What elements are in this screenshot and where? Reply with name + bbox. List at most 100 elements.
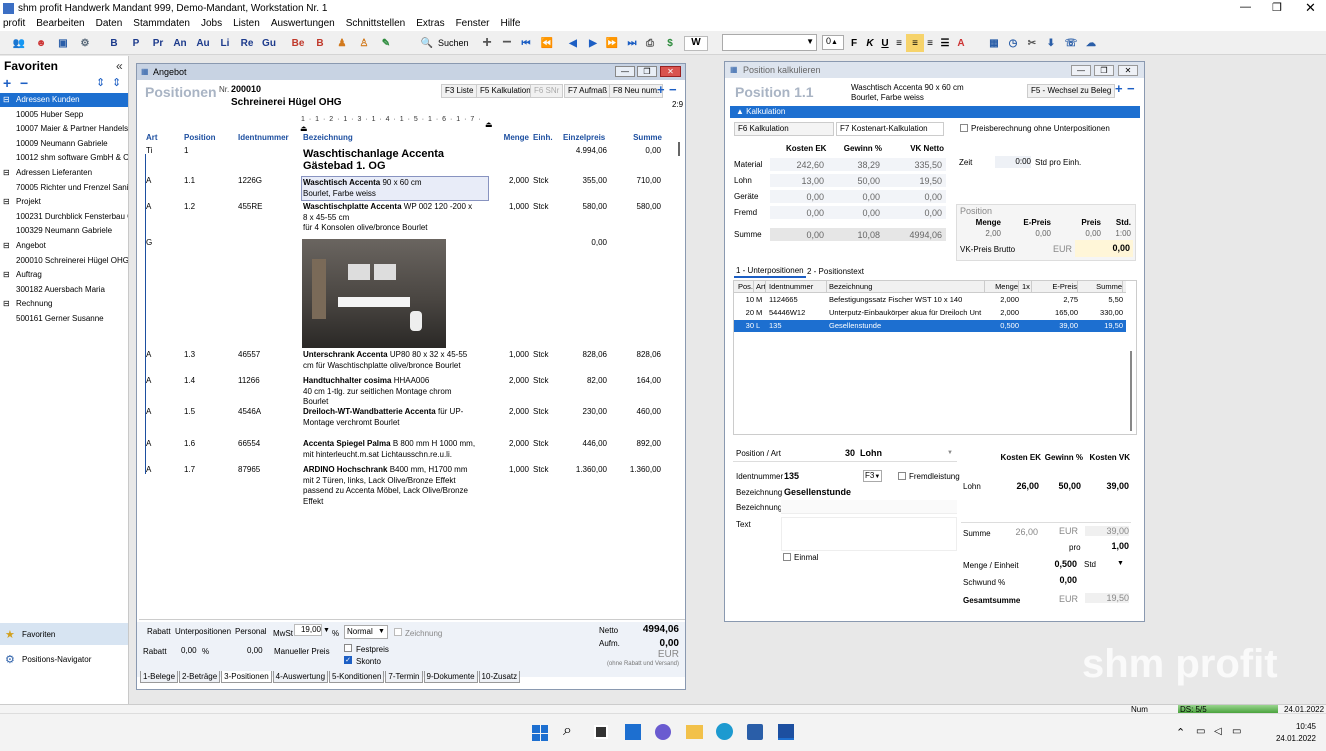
next-icon[interactable]: ▶ <box>584 34 602 52</box>
unit-dropdown-icon[interactable]: ▼ <box>1117 560 1124 567</box>
print-icon[interactable]: ⎙ <box>641 34 659 52</box>
worker-icon[interactable]: ♙ <box>355 34 373 52</box>
col-menge[interactable]: Menge <box>489 133 529 142</box>
preisberechnung-checkbox[interactable] <box>960 124 968 132</box>
sidebar-group[interactable]: ⊟ Adressen Lieferanten <box>0 166 128 180</box>
tab-3-positionen[interactable]: 3-Positionen <box>221 671 272 683</box>
menu-profit[interactable]: profit <box>3 17 25 31</box>
font-color-icon[interactable]: A <box>952 34 970 52</box>
pr-doc-icon[interactable]: Pr <box>149 34 167 52</box>
subcol-header[interactable]: Pos. <box>735 281 754 293</box>
cloud-icon[interactable]: ☁ <box>1082 34 1100 52</box>
minimize-icon[interactable]: — <box>1240 1 1251 13</box>
f5-kalkulation-button[interactable]: F5 Kalkulation <box>476 84 535 98</box>
li-doc-icon[interactable]: Li <box>216 34 234 52</box>
menu-auswertungen[interactable]: Auswertungen <box>271 17 335 31</box>
add-favorite-icon[interactable]: + <box>3 75 11 91</box>
row-bezeichnung[interactable]: Waschtisch Accenta 90 x 60 cm Bourlet, Fa… <box>301 176 489 201</box>
f3-liste-button[interactable]: F3 Liste <box>441 84 478 98</box>
add-row-icon[interactable]: + <box>657 82 665 97</box>
subtable-scrollbar[interactable] <box>1130 351 1132 431</box>
col-position[interactable]: Position <box>184 133 224 142</box>
tab-10-zusatz[interactable]: 10-Zusatz <box>478 671 521 683</box>
ruler-marker-right-icon[interactable]: ⏏ <box>485 120 493 129</box>
scissors-icon[interactable]: ✂ <box>1023 34 1041 52</box>
ident-field[interactable]: 135 <box>784 471 799 481</box>
festpreis-checkbox[interactable] <box>344 644 352 652</box>
kalk-cell[interactable]: 0,00 <box>884 206 946 220</box>
kalk-add-icon[interactable]: + <box>1115 81 1123 96</box>
be-doc-icon[interactable]: Be <box>289 34 307 52</box>
kalk-cell[interactable]: 50,00 <box>826 174 884 188</box>
taskview-icon[interactable] <box>594 725 608 739</box>
currency-icon[interactable]: $ <box>661 34 679 52</box>
clock-icon[interactable]: ◷ <box>1004 34 1022 52</box>
sidebar-item[interactable]: 100231 Durchblick Fensterbau G <box>0 210 128 224</box>
subtable-row[interactable]: 10 M 1124665 Befestigungssatz Fischer WST 1… <box>734 294 1126 306</box>
subcol-header[interactable]: Art <box>756 281 766 293</box>
f3-button[interactable]: F3▼ <box>863 470 882 482</box>
detail-lohn-gewinn[interactable]: 50,00 <box>1043 479 1083 493</box>
col-bezeichnung[interactable]: Bezeichnung <box>303 133 403 142</box>
calculator-icon[interactable]: ▦ <box>985 34 1003 52</box>
unterpositionen-tab[interactable]: 1 - Unterpositionen <box>734 265 806 278</box>
position-row[interactable]: Ti 1 4.994,06 0,00 Waschtischanlage Accenta G… <box>137 146 677 172</box>
kalk-cell[interactable]: 0,00 <box>770 206 828 220</box>
menu-bearbeiten[interactable]: Bearbeiten <box>36 17 84 31</box>
position-row[interactable]: A 1.3 46557 1,000 Stck 828,06 828,06 Unterschra… <box>137 350 677 370</box>
f8-neu-num-button[interactable]: F8 Neu num. <box>609 84 664 98</box>
bezeichnung-field[interactable]: Gesellenstunde <box>784 487 851 497</box>
font-size-field[interactable]: 0▲ <box>822 35 844 50</box>
b-order-icon[interactable]: B <box>311 34 329 52</box>
search-label[interactable]: Suchen <box>438 38 469 48</box>
normal-dropdown-icon[interactable]: ▼ <box>378 628 385 635</box>
kalk-cell[interactable]: 0,00 <box>884 190 946 204</box>
kalk-cell[interactable]: 242,60 <box>770 158 828 172</box>
sidebar-item[interactable]: 10007 Maier & Partner Handelsg <box>0 122 128 136</box>
row-bezeichnung[interactable]: Waschtischanlage Accenta Gästebad 1. OG <box>303 148 488 172</box>
mwst-field[interactable]: 19,00 <box>294 624 322 636</box>
tree-collapse-icon[interactable]: ⊟ <box>3 166 10 180</box>
tab-7-termin[interactable]: 7-Termin <box>385 671 423 683</box>
sidebar-item[interactable]: 500161 Gerner Susanne <box>0 312 128 326</box>
tab-9-dokumente[interactable]: 9-Dokumente <box>423 671 478 683</box>
remove-favorite-icon[interactable]: − <box>20 75 28 91</box>
tools-icon[interactable]: ⚙ <box>76 34 94 52</box>
sidebar-item[interactable]: 10012 shm software GmbH & Co <box>0 151 128 165</box>
col-identnummer[interactable]: Identnummer <box>238 133 298 142</box>
tab-1-belege[interactable]: 1-Belege <box>140 671 179 683</box>
subcol-header[interactable]: 1x <box>1022 281 1032 293</box>
position-row[interactable]: A 1.4 11266 2,000 Stck 82,00 164,00 Handtuchhal… <box>137 376 677 406</box>
schwund-field[interactable]: 0,00 <box>1033 575 1077 585</box>
store-icon[interactable] <box>747 724 763 740</box>
remove-row-icon[interactable]: − <box>669 82 677 97</box>
sidebar-group[interactable]: ⊟ Angebot <box>0 239 128 253</box>
kalk-cell[interactable]: 19,50 <box>884 174 946 188</box>
kalk-minimize-icon[interactable]: — <box>1071 65 1091 76</box>
menu-fenster[interactable]: Fenster <box>456 17 490 31</box>
subcol-header[interactable]: Menge <box>987 281 1019 293</box>
chat-icon[interactable] <box>655 724 671 740</box>
subcol-header[interactable]: Bezeichnung <box>829 281 985 293</box>
widgets-icon[interactable] <box>625 724 641 740</box>
tab-2-beträge[interactable]: 2-Beträge <box>179 671 221 683</box>
addresses-icon[interactable]: 👥 <box>10 34 28 52</box>
start-icon[interactable] <box>532 725 548 741</box>
taskbar-search-icon[interactable]: ⌕ <box>563 722 572 740</box>
taskbar-date[interactable]: 24.01.2022 <box>1262 734 1316 743</box>
subcol-header[interactable]: Identnummer <box>769 281 827 293</box>
col-art[interactable]: Art <box>146 133 176 142</box>
sidebar-item[interactable]: 100329 Neumann Gabriele <box>0 224 128 238</box>
edit-icon[interactable]: ✎ <box>377 34 395 52</box>
fremdleistung-checkbox[interactable] <box>898 472 906 480</box>
menu-schnittstellen[interactable]: Schnittstellen <box>346 17 405 31</box>
collapse-icon[interactable]: « <box>116 59 123 73</box>
einmal-checkbox[interactable] <box>783 553 791 561</box>
minus-icon[interactable]: − <box>498 34 516 52</box>
first-icon[interactable]: ⏮ <box>517 34 535 52</box>
shm-profit-task-icon[interactable] <box>778 724 794 740</box>
subcol-header[interactable]: Summe <box>1080 281 1123 293</box>
f5-wechsel-button[interactable]: F5 - Wechsel zu Beleg <box>1027 84 1116 98</box>
car-icon[interactable]: ▣ <box>54 34 72 52</box>
tree-collapse-icon[interactable]: ⊟ <box>3 268 10 282</box>
